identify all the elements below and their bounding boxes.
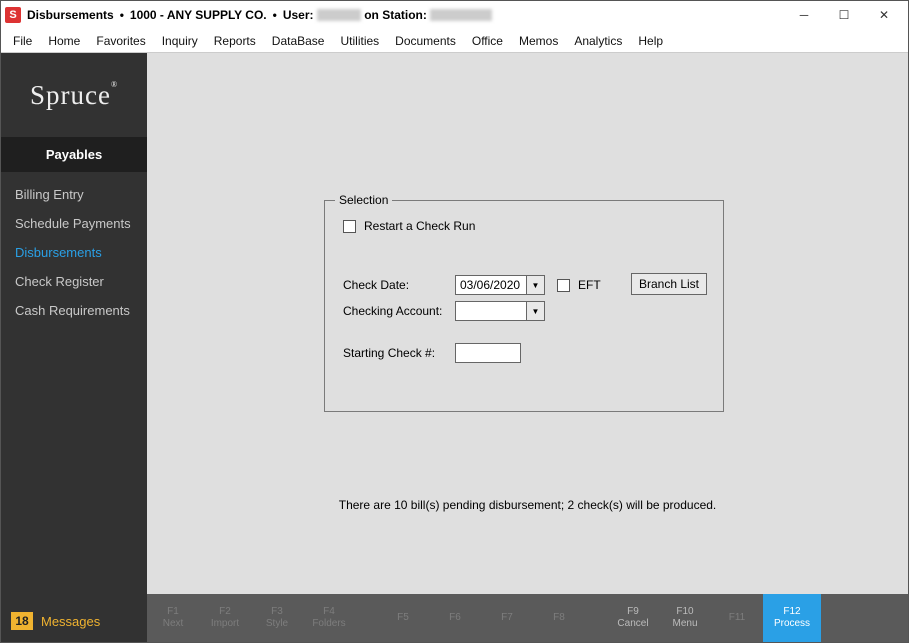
fkey-f2[interactable]: F2Import [199, 594, 251, 642]
fkey-f6[interactable]: F6 [429, 594, 481, 642]
restart-label: Restart a Check Run [364, 219, 475, 233]
starting-check-row: Starting Check #: [343, 343, 521, 363]
branch-list-button[interactable]: Branch List [631, 273, 707, 295]
menu-database[interactable]: DataBase [264, 32, 333, 50]
title-company: 1000 - ANY SUPPLY CO. [130, 8, 267, 22]
sidebar: Spruce® Payables Billing Entry Schedule … [1, 53, 147, 642]
fkey-f9[interactable]: F9Cancel [607, 594, 659, 642]
titlebar: S Disbursements • 1000 - ANY SUPPLY CO. … [1, 1, 908, 29]
sidebar-item-schedule-payments[interactable]: Schedule Payments [1, 209, 147, 238]
fkey-f7[interactable]: F7 [481, 594, 533, 642]
status-line: There are 10 bill(s) pending disbursemen… [147, 498, 908, 512]
maximize-button[interactable]: ☐ [824, 2, 864, 28]
starting-check-input[interactable] [455, 343, 521, 363]
fkey-f3[interactable]: F3Style [251, 594, 303, 642]
sidebar-item-billing-entry[interactable]: Billing Entry [1, 180, 147, 209]
window-controls: ─ ☐ ✕ [784, 2, 904, 28]
starting-check-label: Starting Check #: [343, 346, 455, 360]
menu-documents[interactable]: Documents [387, 32, 464, 50]
fkey-f12[interactable]: F12Process [763, 594, 821, 642]
messages-button[interactable]: 18 Messages [1, 604, 147, 642]
sidebar-item-cash-requirements[interactable]: Cash Requirements [1, 296, 147, 325]
checking-account-label: Checking Account: [343, 304, 455, 318]
work-area: Selection Restart a Check Run Check Date… [147, 53, 908, 642]
sidebar-section-header: Payables [1, 137, 147, 172]
function-key-bar: F1Next F2Import F3Style F4Folders F5 F6 … [147, 594, 908, 642]
logo-area: Spruce® [1, 53, 147, 137]
menu-favorites[interactable]: Favorites [88, 32, 153, 50]
fkey-f4[interactable]: F4Folders [303, 594, 355, 642]
check-date-dropdown-button[interactable]: ▼ [527, 275, 545, 295]
checking-account-dropdown-button[interactable]: ▼ [527, 301, 545, 321]
title-user-redacted [317, 9, 361, 21]
close-button[interactable]: ✕ [864, 2, 904, 28]
brand-logo: Spruce® [30, 80, 118, 111]
menu-inquiry[interactable]: Inquiry [154, 32, 206, 50]
sidebar-item-check-register[interactable]: Check Register [1, 267, 147, 296]
check-date-input[interactable] [455, 275, 527, 295]
menu-analytics[interactable]: Analytics [566, 32, 630, 50]
messages-count-badge: 18 [11, 612, 33, 630]
selection-groupbox: Selection Restart a Check Run Check Date… [324, 200, 724, 412]
menu-reports[interactable]: Reports [206, 32, 264, 50]
restart-row: Restart a Check Run [343, 219, 475, 233]
fkey-f10[interactable]: F10Menu [659, 594, 711, 642]
menu-help[interactable]: Help [630, 32, 671, 50]
window-title: Disbursements • 1000 - ANY SUPPLY CO. • … [27, 8, 492, 22]
menu-office[interactable]: Office [464, 32, 511, 50]
title-station-redacted [430, 9, 492, 21]
sidebar-nav: Billing Entry Schedule Payments Disburse… [1, 172, 147, 325]
title-station-prefix: on Station: [364, 8, 427, 22]
fkey-f8[interactable]: F8 [533, 594, 585, 642]
eft-checkbox[interactable] [557, 279, 570, 292]
title-user-prefix: User: [283, 8, 314, 22]
fkey-f1[interactable]: F1Next [147, 594, 199, 642]
restart-checkbox[interactable] [343, 220, 356, 233]
app-icon: S [5, 7, 21, 23]
checking-account-input[interactable] [455, 301, 527, 321]
check-date-label: Check Date: [343, 278, 455, 292]
checking-account-row: Checking Account: ▼ [343, 301, 545, 321]
menu-utilities[interactable]: Utilities [332, 32, 387, 50]
check-date-row: Check Date: ▼ EFT [343, 275, 601, 295]
selection-legend: Selection [335, 193, 392, 207]
title-module: Disbursements [27, 8, 114, 22]
fkey-f11[interactable]: F11 [711, 594, 763, 642]
eft-label: EFT [578, 278, 601, 292]
menu-memos[interactable]: Memos [511, 32, 566, 50]
fkey-f5[interactable]: F5 [377, 594, 429, 642]
menubar: File Home Favorites Inquiry Reports Data… [1, 29, 908, 53]
sidebar-item-disbursements[interactable]: Disbursements [1, 238, 147, 267]
minimize-button[interactable]: ─ [784, 2, 824, 28]
messages-label: Messages [41, 614, 100, 629]
menu-home[interactable]: Home [40, 32, 88, 50]
menu-file[interactable]: File [5, 32, 40, 50]
